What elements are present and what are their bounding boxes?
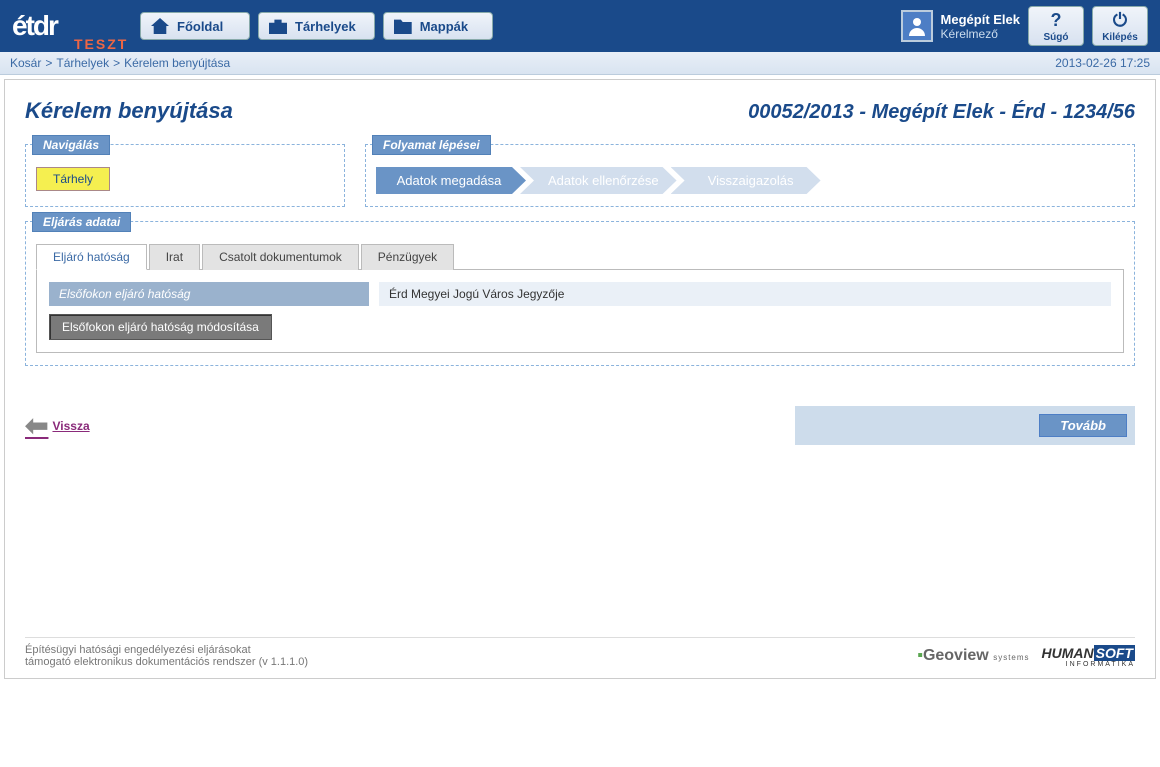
power-icon: ⏻ xyxy=(1113,10,1127,31)
breadcrumb-item-2: Kérelem benyújtása xyxy=(124,56,230,70)
logout-label: Kilépés xyxy=(1102,32,1138,43)
logo-text: étdr xyxy=(12,10,57,41)
geoview-logo: ▪Geoview systems xyxy=(917,647,1029,665)
main-content: Kérelem benyújtása 00052/2013 - Megépít … xyxy=(4,79,1156,679)
tab-document[interactable]: Irat xyxy=(149,244,200,270)
navigation-panel: Navigálás Tárhely xyxy=(25,144,345,207)
page-title: Kérelem benyújtása xyxy=(25,98,233,124)
footer-line1: Építésügyi hatósági engedélyezési eljárá… xyxy=(25,644,308,656)
breadcrumb-separator: > xyxy=(113,56,120,70)
folder-icon xyxy=(394,18,412,34)
process-panel: Folyamat lépései Adatok megadása Adatok … xyxy=(365,144,1135,207)
breadcrumb-separator: > xyxy=(45,56,52,70)
authority-row: Elsőfokon eljáró hatóság Érd Megyei Jogú… xyxy=(49,282,1111,306)
forward-block: Tovább xyxy=(795,406,1135,445)
briefcase-icon xyxy=(269,18,287,34)
nav-folders-button[interactable]: Mappák xyxy=(383,12,493,40)
user-role: Kérelmező xyxy=(941,27,1020,41)
breadcrumb-item-0[interactable]: Kosár xyxy=(10,56,41,70)
tab-attachments[interactable]: Csatolt dokumentumok xyxy=(202,244,359,270)
page-title-row: Kérelem benyújtása 00052/2013 - Megépít … xyxy=(25,98,1135,124)
footer-nav: ⬅ Vissza Tovább xyxy=(25,406,1135,445)
step-data-check: Adatok ellenőrzése xyxy=(520,167,677,194)
authority-label: Elsőfokon eljáró hatóság xyxy=(49,282,369,306)
process-stepper: Adatok megadása Adatok ellenőrzése Vissz… xyxy=(376,167,1124,194)
nav-home-button[interactable]: Főoldal xyxy=(140,12,250,40)
step-confirmation: Visszaigazolás xyxy=(671,167,821,194)
logo-overlay: TESZT xyxy=(74,36,128,52)
footer-logos: ▪Geoview systems HUMANSOFT INFORMATIKA xyxy=(917,645,1135,668)
footer-text: Építésügyi hatósági engedélyezési eljárá… xyxy=(25,644,308,668)
top-header: étdr TESZT Főoldal Tárhelyek Mappák Megé… xyxy=(0,0,1160,52)
avatar xyxy=(901,10,933,42)
humansoft-logo: HUMANSOFT INFORMATIKA xyxy=(1042,645,1135,668)
data-panel: Eljárás adatai Eljáró hatóság Irat Csato… xyxy=(25,221,1135,366)
user-text: Megépít Elek Kérelmező xyxy=(941,12,1020,41)
user-name: Megépít Elek xyxy=(941,12,1020,27)
nav-home-label: Főoldal xyxy=(177,19,223,34)
breadcrumb-item-1[interactable]: Tárhelyek xyxy=(56,56,109,70)
authority-value: Érd Megyei Jogú Város Jegyzője xyxy=(379,282,1111,306)
data-panel-legend: Eljárás adatai xyxy=(32,212,131,232)
footer-line2: támogató elektronikus dokumentációs rend… xyxy=(25,656,308,668)
step-data-entry[interactable]: Adatok megadása xyxy=(376,167,526,194)
help-label: Súgó xyxy=(1044,32,1069,43)
nav-storage-button[interactable]: Tárhelyek xyxy=(258,12,375,40)
tab-authority[interactable]: Eljáró hatóság xyxy=(36,244,147,270)
page-subtitle: 00052/2013 - Megépít Elek - Érd - 1234/5… xyxy=(748,101,1135,124)
timestamp: 2013-02-26 17:25 xyxy=(1055,56,1150,70)
home-icon xyxy=(151,18,169,34)
bottom-footer: Építésügyi hatósági engedélyezési eljárá… xyxy=(25,637,1135,668)
process-panel-legend: Folyamat lépései xyxy=(372,135,491,155)
edit-authority-button[interactable]: Elsőfokon eljáró hatóság módosítása xyxy=(49,314,272,340)
nav-storage-label: Tárhelyek xyxy=(295,19,356,34)
back-arrow-icon: ⬅ xyxy=(25,409,48,442)
logout-button[interactable]: ⏻ Kilépés xyxy=(1092,6,1148,46)
forward-button[interactable]: Tovább xyxy=(1039,414,1127,437)
help-icon: ? xyxy=(1051,10,1062,31)
storage-button[interactable]: Tárhely xyxy=(36,167,110,191)
nav-folders-label: Mappák xyxy=(420,19,468,34)
tab-finance[interactable]: Pénzügyek xyxy=(361,244,454,270)
back-label: Vissza xyxy=(52,419,89,433)
tab-body: Elsőfokon eljáró hatóság Érd Megyei Jogú… xyxy=(36,269,1124,353)
breadcrumb: Kosár > Tárhelyek > Kérelem benyújtása 2… xyxy=(0,52,1160,75)
user-block[interactable]: Megépít Elek Kérelmező xyxy=(901,10,1020,42)
back-link[interactable]: ⬅ Vissza xyxy=(25,409,90,442)
nav-panel-legend: Navigálás xyxy=(32,135,110,155)
tabs: Eljáró hatóság Irat Csatolt dokumentumok… xyxy=(36,244,1124,270)
app-logo: étdr TESZT xyxy=(12,10,132,42)
help-button[interactable]: ? Súgó xyxy=(1028,6,1084,46)
